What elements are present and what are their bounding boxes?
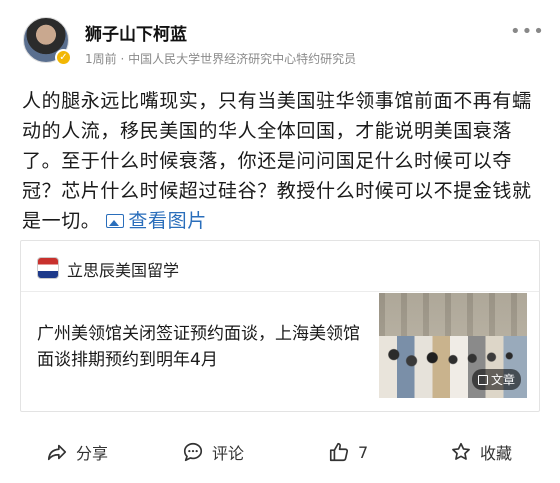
author-meta: 1周前 · 中国人民大学世界经济研究中心特约研究员: [85, 52, 357, 66]
comment-icon: [183, 442, 203, 462]
action-bar: 分享 评论 7 收藏: [0, 432, 560, 472]
share-label: 分享: [76, 444, 109, 463]
article-badge-label: 文章: [490, 373, 515, 387]
more-dots-icon[interactable]: •••: [510, 22, 544, 42]
share-icon: [47, 444, 67, 461]
comment-button[interactable]: 评论: [182, 438, 244, 466]
source-name: 立思辰美国留学: [67, 261, 180, 280]
verified-badge-icon: ✓: [55, 49, 72, 66]
article-thumbnail[interactable]: 文章: [379, 293, 527, 398]
like-button[interactable]: 7: [328, 438, 368, 466]
thumbs-up-icon: [329, 442, 349, 462]
view-images-link[interactable]: 查看图片: [100, 210, 206, 232]
article-title[interactable]: 广州美领馆关闭签证预约面谈，上海美领馆面谈排期预约到明年4月: [37, 321, 367, 373]
image-icon: [106, 214, 125, 228]
card-divider: [21, 291, 539, 292]
source-logo-icon: [37, 257, 59, 279]
share-button[interactable]: 分享: [46, 438, 108, 466]
favorite-button[interactable]: 收藏: [450, 438, 512, 466]
article-icon: [477, 375, 488, 385]
view-images-label: 查看图片: [128, 210, 207, 232]
article-badge: 文章: [471, 369, 521, 390]
author-name[interactable]: 狮子山下柯蓝: [85, 20, 187, 45]
post-header: ✓ 狮子山下柯蓝 1周前 · 中国人民大学世界经济研究中心特约研究员 •••: [0, 0, 560, 80]
shared-article-card[interactable]: 立思辰美国留学 广州美领馆关闭签证预约面谈，上海美领馆面谈排期预约到明年4月 文…: [20, 240, 540, 412]
post-text: 人的腿永远比嘴现实，只有当美国驻华领事馆前面不再有蠕动的人流，移民美国的华人全体…: [22, 90, 532, 232]
star-icon: [452, 442, 470, 460]
like-count: 7: [358, 442, 369, 462]
post-body: 人的腿永远比嘴现实，只有当美国驻华领事馆前面不再有蠕动的人流，移民美国的华人全体…: [22, 86, 542, 236]
comment-label: 评论: [212, 444, 245, 463]
favorite-label: 收藏: [480, 444, 513, 463]
